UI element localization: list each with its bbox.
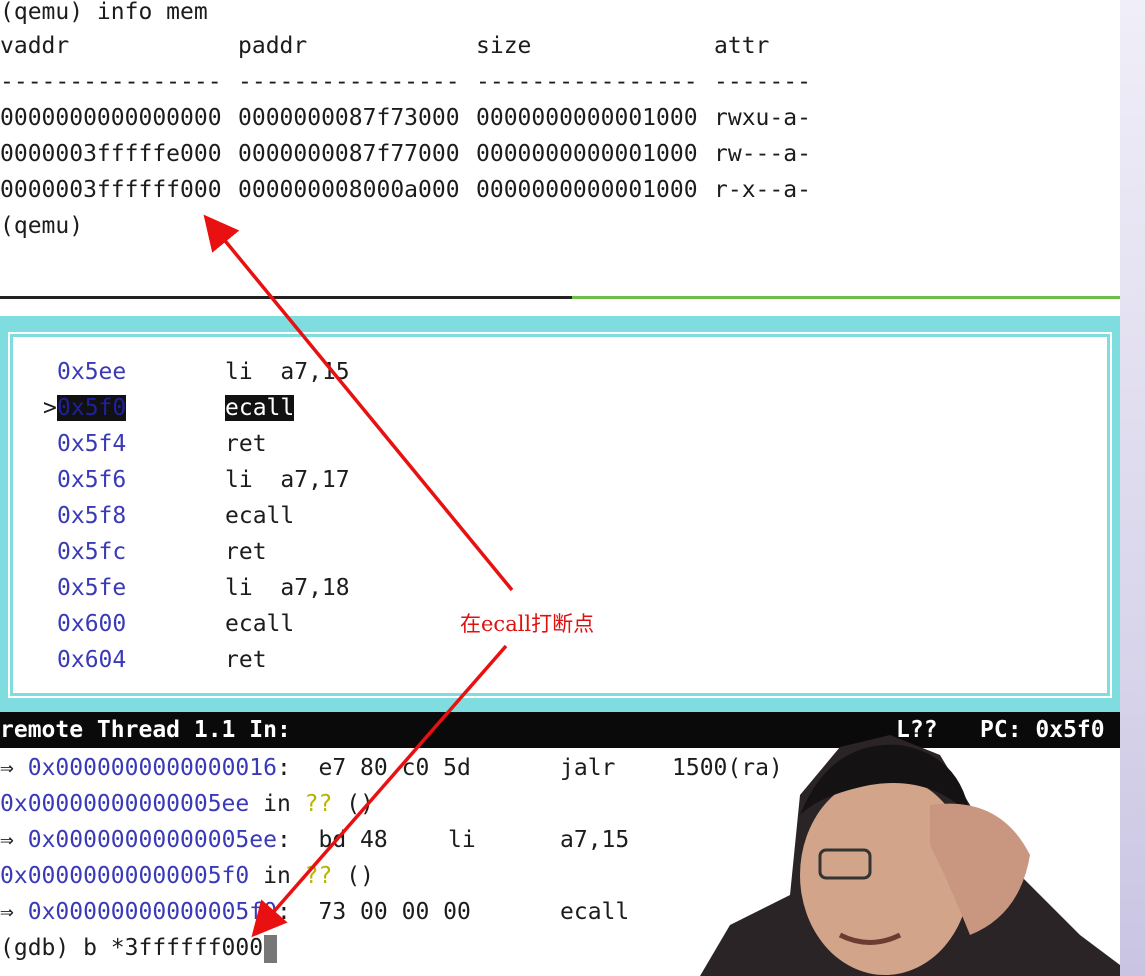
arrow-to-command [251, 644, 508, 938]
annotation-label: 在ecall打断点 [460, 612, 595, 636]
arrow-to-vaddr [203, 214, 514, 592]
play-icon[interactable] [1006, 755, 1086, 827]
